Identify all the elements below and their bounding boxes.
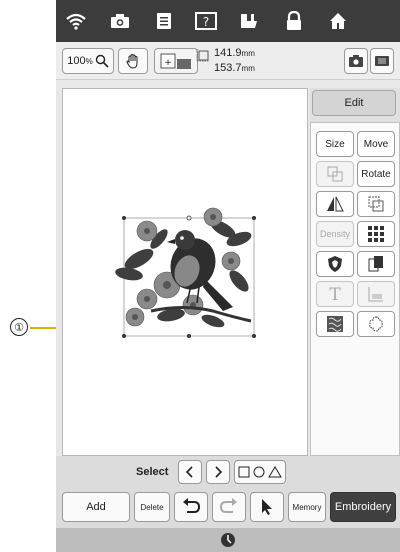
array-icon (368, 226, 384, 242)
delete-button[interactable]: Delete (134, 492, 170, 522)
text-icon: T (329, 285, 341, 303)
layout-icon: + (160, 53, 191, 69)
height-unit: mm (241, 64, 255, 73)
stippling-button[interactable] (316, 311, 354, 337)
redo-icon (219, 498, 237, 513)
move-button[interactable]: Move (357, 131, 395, 157)
svg-text:T: T (329, 285, 341, 303)
rotate-button[interactable]: Rotate (357, 161, 395, 187)
embroidery-canvas[interactable] (62, 88, 308, 456)
shape-select-icon (238, 466, 282, 478)
tab-edit[interactable]: Edit (312, 90, 396, 116)
document-icon[interactable] (152, 10, 176, 32)
height-value: 153.7 (214, 62, 242, 74)
flip-icon (327, 196, 344, 212)
width-unit: mm (241, 49, 255, 58)
camera-icon[interactable] (108, 10, 132, 32)
help-icon[interactable]: ? (194, 10, 218, 32)
group-button[interactable] (316, 161, 354, 187)
align-button[interactable] (357, 281, 395, 307)
svg-text:+: + (164, 58, 172, 68)
pointer-button[interactable] (250, 492, 284, 522)
camera-icon (349, 55, 363, 67)
pattern-dimensions: 141.9mm 153.7mm (214, 46, 255, 76)
zoom-button[interactable]: 100% (62, 48, 114, 74)
size-button[interactable]: Size (316, 131, 354, 157)
embroidery-button[interactable]: Embroidery (330, 492, 396, 522)
wifi-icon[interactable] (64, 10, 88, 32)
home-bar (56, 528, 400, 552)
zoom-unit: % (85, 56, 93, 66)
edit-tools: Size Move Rotate Density T (310, 122, 400, 456)
layout-button[interactable]: + (154, 48, 198, 74)
callout-number: ① (10, 318, 28, 336)
border-button[interactable] (357, 191, 395, 217)
align-icon (368, 287, 383, 302)
redo-button[interactable] (212, 492, 246, 522)
bird-motif (167, 230, 233, 311)
size-icon (196, 49, 209, 62)
chevron-right-icon (215, 466, 223, 478)
needle-position-icon[interactable] (220, 532, 236, 548)
undo-icon (183, 498, 201, 513)
edit-panel: Edit Size Move Rotate Density T (310, 88, 400, 456)
machine-screen: ? 100% + 141.9mm 153.7mm Edit Size Move … (56, 0, 400, 552)
array-button[interactable] (357, 221, 395, 247)
group-icon (327, 166, 343, 182)
bottom-bar: Select Add Delete Memory Embroidery (56, 456, 400, 552)
camera-view-button[interactable] (344, 48, 368, 74)
cursor-icon (262, 499, 272, 515)
duplicate-button[interactable] (357, 251, 395, 277)
svg-text:?: ? (203, 15, 209, 29)
select-label: Select (136, 466, 169, 478)
zoom-value: 100 (67, 55, 86, 67)
chevron-left-icon (185, 466, 193, 478)
add-button[interactable]: Add (62, 492, 130, 522)
pan-button[interactable] (118, 48, 148, 74)
text-button[interactable]: T (316, 281, 354, 307)
thread-icon[interactable] (238, 10, 262, 32)
hand-icon (126, 53, 138, 69)
density-button[interactable]: Density (316, 221, 354, 247)
duplicate-icon (368, 256, 383, 272)
width-value: 141.9 (214, 47, 242, 59)
status-bar: ? (56, 0, 400, 42)
lock-icon[interactable] (282, 10, 306, 32)
outline-button[interactable] (357, 311, 395, 337)
select-prev-button[interactable] (178, 460, 202, 484)
memory-button[interactable]: Memory (288, 492, 326, 522)
stipple-icon (327, 316, 343, 332)
embroidery-pattern[interactable] (63, 89, 309, 457)
toolbar: 100% + 141.9mm 153.7mm (56, 42, 400, 80)
scan-icon (375, 56, 389, 66)
select-shape-button[interactable] (234, 460, 286, 484)
undo-button[interactable] (174, 492, 208, 522)
shield-icon (328, 256, 342, 272)
applique-button[interactable] (316, 251, 354, 277)
scan-button[interactable] (370, 48, 394, 74)
border-icon (368, 196, 384, 212)
flip-button[interactable] (316, 191, 354, 217)
flower-outline-icon (369, 316, 383, 332)
magnifier-icon (95, 54, 109, 68)
select-next-button[interactable] (206, 460, 230, 484)
home-icon[interactable] (326, 10, 350, 32)
